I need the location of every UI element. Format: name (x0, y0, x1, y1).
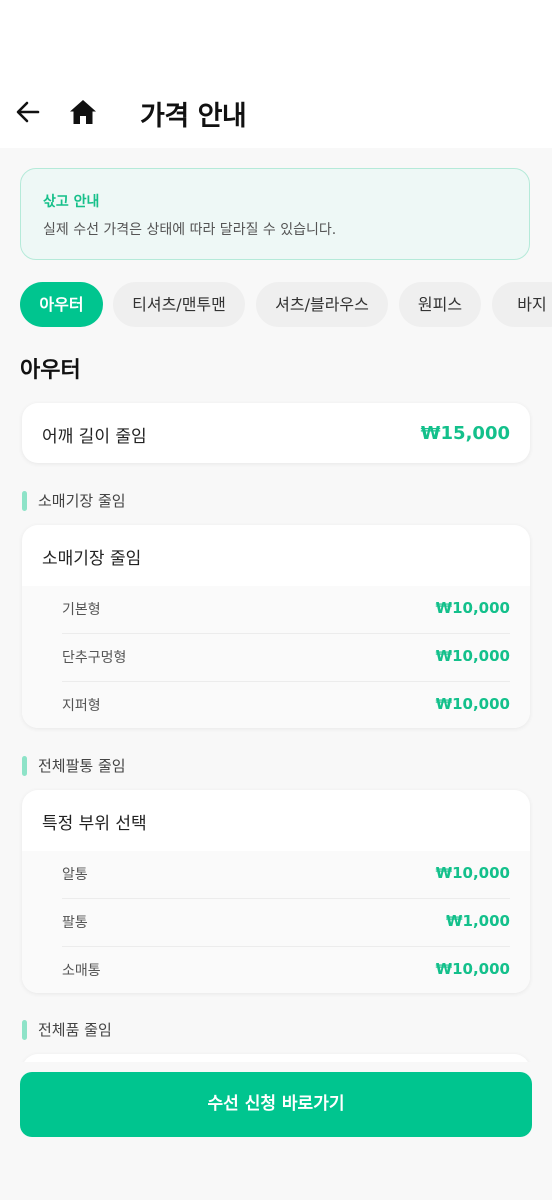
sub-item-label: 알통 (62, 867, 88, 883)
sub-item-price: ₩10,000 (435, 599, 510, 617)
group-accent-bar (22, 1020, 27, 1040)
group-card: 소매기장 줄임 기본형 ₩10,000 단추구멍형 ₩10,000 지퍼형 ₩1… (22, 525, 530, 728)
tab-dress[interactable]: 원피스 (399, 282, 481, 327)
tab-shirt[interactable]: 셔츠/블라우스 (256, 282, 388, 327)
list-item[interactable]: 알통 ₩10,000 (22, 851, 530, 899)
sub-item-label: 지퍼형 (62, 698, 101, 714)
arrow-left-icon[interactable] (14, 98, 42, 126)
repair-request-button[interactable]: 수선 신청 바로가기 (20, 1072, 532, 1137)
sub-item-price: ₩10,000 (435, 647, 510, 665)
list-item[interactable]: 팔통 ₩1,000 (22, 899, 530, 947)
sub-item-label: 팔통 (62, 915, 88, 931)
group-card-title: 특정 부위 선택 (42, 814, 147, 834)
list-item[interactable]: 지퍼형 ₩10,000 (22, 682, 530, 728)
group-accent-bar (22, 491, 27, 511)
notice-text: 실제 수선 가격은 상태에 따라 달라질 수 있습니다. (43, 222, 337, 238)
sub-item-label: 소매통 (62, 963, 101, 979)
sub-item-label: 단추구멍형 (62, 650, 127, 666)
app-header: 가격 안내 (0, 70, 552, 148)
status-bar-area (0, 0, 552, 70)
sub-item-label: 기본형 (62, 602, 101, 618)
sub-item-price: ₩10,000 (435, 960, 510, 978)
group-card-title: 소매기장 줄임 (42, 549, 142, 569)
sub-item-price: ₩10,000 (435, 695, 510, 713)
price-item-card[interactable]: 어깨 길이 줄임 ₩15,000 (22, 403, 530, 463)
sub-item-price: ₩1,000 (446, 912, 510, 930)
group-accent-bar (22, 756, 27, 776)
group-label-text: 전체팔통 줄임 (38, 757, 126, 775)
sub-item-list: 알통 ₩10,000 팔통 ₩1,000 소매통 ₩10,000 (22, 851, 530, 993)
home-icon[interactable] (68, 97, 98, 127)
item-price: ₩15,000 (420, 423, 510, 444)
group-card: 특정 부위 선택 알통 ₩10,000 팔통 ₩1,000 소매통 ₩10,00… (22, 790, 530, 993)
group-label-text: 전체품 줄임 (38, 1021, 112, 1039)
tab-tshirt[interactable]: 티셔츠/맨투맨 (113, 282, 245, 327)
page-title: 가격 안내 (140, 101, 247, 132)
notice-box: 삯고 안내 실제 수선 가격은 상태에 따라 달라질 수 있습니다. (20, 168, 530, 260)
tab-pants[interactable]: 바지 (492, 282, 552, 327)
notice-title: 삯고 안내 (43, 194, 100, 210)
item-label: 어깨 길이 줄임 (42, 427, 147, 447)
list-item[interactable]: 소매통 ₩10,000 (22, 947, 530, 993)
section-title: 아우터 (20, 358, 81, 383)
sub-item-price: ₩10,000 (435, 864, 510, 882)
list-item[interactable]: 단추구멍형 ₩10,000 (22, 634, 530, 682)
tab-outer[interactable]: 아우터 (20, 282, 103, 327)
group-label-text: 소매기장 줄임 (38, 492, 126, 510)
list-item[interactable]: 기본형 ₩10,000 (22, 586, 530, 634)
category-tabs: 아우터 티셔츠/맨투맨 셔츠/블라우스 원피스 바지 (20, 282, 552, 328)
sub-item-list: 기본형 ₩10,000 단추구멍형 ₩10,000 지퍼형 ₩10,000 (22, 586, 530, 728)
